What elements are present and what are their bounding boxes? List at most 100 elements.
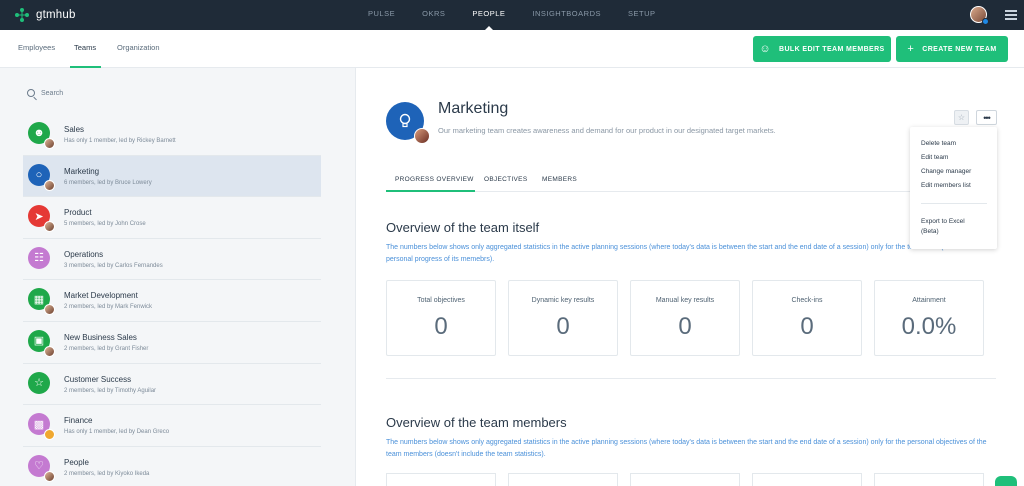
org-chart-icon: ☷ xyxy=(28,246,50,269)
favorite-button[interactable]: ☆ xyxy=(954,110,969,125)
menu-icon[interactable] xyxy=(1005,10,1017,20)
create-team-button[interactable]: + CREATE NEW TEAM xyxy=(896,36,1008,62)
notification-dot xyxy=(982,18,989,25)
team-name: New Business Sales xyxy=(64,332,137,342)
stat-label: Check-ins xyxy=(791,297,823,304)
team-meta: Has only 1 member, led by Dean Greco xyxy=(64,429,170,436)
team-description: Our marketing team creates awareness and… xyxy=(438,126,776,135)
chat-widget-icon[interactable] xyxy=(995,476,1017,486)
team-name: People xyxy=(64,457,89,467)
top-nav: PULSE OKRS PEOPLE INSIGHTBOARDS SETUP xyxy=(368,0,656,30)
search-field[interactable]: Search xyxy=(27,89,63,97)
menu-divider xyxy=(921,203,987,204)
member-stat-card xyxy=(630,473,740,486)
nav-pulse[interactable]: PULSE xyxy=(368,0,395,30)
tab-teams[interactable]: Teams xyxy=(74,43,96,52)
team-name: Sales xyxy=(64,125,85,134)
team-list: ☻ Sales Has only 1 member, led by Rickey… xyxy=(23,114,321,486)
member-stat-card xyxy=(386,473,496,486)
search-placeholder: Search xyxy=(41,89,64,97)
lightbulb-icon: ○ xyxy=(28,163,55,191)
nav-insightboards[interactable]: INSIGHTBOARDS xyxy=(532,0,601,30)
team-name: Finance xyxy=(64,416,93,426)
people-icon: ☺ xyxy=(759,43,771,55)
stat-label: Dynamic key results xyxy=(531,297,595,304)
presentation-icon: ▣ xyxy=(28,329,55,357)
team-item-marketing[interactable]: ○ Marketing 6 members, led by Bruce Lowe… xyxy=(23,155,321,198)
team-meta: 6 members, led by Bruce Lowery xyxy=(64,179,152,186)
bulk-edit-button[interactable]: ☺ BULK EDIT TEAM MEMBERS xyxy=(753,36,891,62)
team-item-sales[interactable]: ☻ Sales Has only 1 member, led by Rickey… xyxy=(23,114,321,156)
ellipsis-icon: ••• xyxy=(983,112,991,123)
nav-people[interactable]: PEOPLE xyxy=(472,0,505,30)
team-item-product[interactable]: ➤ Product 5 members, led by John Crose xyxy=(23,197,321,239)
people-icon: ☻ xyxy=(28,122,55,149)
team-item-market-development[interactable]: ▦ Market Development 2 members, led by M… xyxy=(23,280,321,322)
tab-employees[interactable]: Employees xyxy=(18,43,55,52)
heart-icon: ♡ xyxy=(28,454,55,482)
tab-organization[interactable]: Organization xyxy=(117,43,160,52)
more-options-button[interactable]: ••• xyxy=(976,110,997,125)
team-lead-avatar[interactable] xyxy=(414,128,430,144)
team-sidebar: Search ☻ Sales Has only 1 member, led by… xyxy=(0,68,356,486)
stat-attainment: Attainment 0.0% xyxy=(874,280,984,356)
stat-value: 0 xyxy=(800,313,814,340)
menu-change-manager[interactable]: Change manager xyxy=(921,168,971,175)
team-item-finance[interactable]: ▩ Finance Has only 1 member, led by Dean… xyxy=(23,405,321,447)
team-avatar xyxy=(386,102,430,144)
team-item-people[interactable]: ♡ People 2 members, led by Kiyoko Ikeda xyxy=(23,446,321,486)
search-icon xyxy=(27,89,35,97)
team-item-customer-success[interactable]: ☆ Customer Success 2 members, led by Tim… xyxy=(23,363,321,406)
stat-value: 0 xyxy=(556,313,570,340)
menu-delete-team[interactable]: Delete team xyxy=(921,140,956,147)
avatar xyxy=(44,179,55,191)
plus-icon: + xyxy=(907,43,915,55)
menu-edit-members-list[interactable]: Edit members list xyxy=(921,182,971,189)
team-meta: 5 members, led by John Crose xyxy=(64,221,146,228)
rocket-icon: ➤ xyxy=(28,205,55,233)
team-item-operations[interactable]: ☷ Operations 3 members, led by Carlos Fe… xyxy=(23,238,321,281)
avatar xyxy=(44,221,55,233)
menu-export-beta: (Beta) xyxy=(921,228,939,235)
team-meta: 2 members, led by Kiyoko Ikeda xyxy=(64,470,150,477)
member-stat-card xyxy=(508,473,618,486)
tab-progress-overview[interactable]: PROGRESS OVERVIEW xyxy=(395,176,474,183)
star-icon: ☆ xyxy=(957,113,966,122)
stat-total-objectives: Total objectives 0 xyxy=(386,280,496,356)
profile-tabs: PROGRESS OVERVIEW OBJECTIVES MEMBERS xyxy=(386,172,996,192)
top-bar: gtmhub PULSE OKRS PEOPLE INSIGHTBOARDS S… xyxy=(0,0,1024,30)
nav-setup[interactable]: SETUP xyxy=(628,0,656,30)
user-avatar[interactable] xyxy=(970,6,989,25)
team-item-new-business-sales[interactable]: ▣ New Business Sales 2 members, led by G… xyxy=(23,321,321,364)
star-icon: ☆ xyxy=(28,371,50,394)
tab-members[interactable]: MEMBERS xyxy=(542,176,577,183)
stat-label: Attainment xyxy=(912,297,946,304)
logo[interactable]: gtmhub xyxy=(14,7,76,23)
menu-export-excel[interactable]: Export to Excel (Beta) xyxy=(921,218,965,235)
team-name: Product xyxy=(64,208,92,218)
page-title: Marketing xyxy=(438,100,509,117)
menu-edit-team[interactable]: Edit team xyxy=(921,154,948,161)
nav-okrs[interactable]: OKRS xyxy=(422,0,445,30)
section-title-team: Overview of the team itself xyxy=(386,220,540,235)
stat-value: 0.0% xyxy=(901,313,957,340)
team-meta: 3 members, led by Carlos Fernandes xyxy=(64,262,163,269)
create-team-label: CREATE NEW TEAM xyxy=(922,45,997,53)
team-detail: Marketing Our marketing team creates awa… xyxy=(357,68,1024,486)
stat-check-ins: Check-ins 0 xyxy=(752,280,862,356)
bulk-edit-label: BULK EDIT TEAM MEMBERS xyxy=(779,45,885,53)
avatar xyxy=(44,304,55,316)
member-stat-card xyxy=(752,473,862,486)
member-stat-card xyxy=(874,473,984,486)
tab-objectives[interactable]: OBJECTIVES xyxy=(484,176,527,183)
stat-label: Manual key results xyxy=(655,297,715,304)
team-name: Customer Success xyxy=(64,374,132,384)
team-name: Operations xyxy=(64,249,104,259)
section-divider xyxy=(386,378,996,379)
team-name: Marketing xyxy=(64,166,100,176)
team-options-menu: Delete team Edit team Change manager Edi… xyxy=(910,127,997,249)
team-meta: Has only 1 member, led by Rickey Barnett xyxy=(64,138,176,144)
avatar xyxy=(44,345,55,357)
stat-manual-key-results: Manual key results 0 xyxy=(630,280,740,356)
section-desc-members: The numbers below shows only aggregated … xyxy=(386,439,987,458)
